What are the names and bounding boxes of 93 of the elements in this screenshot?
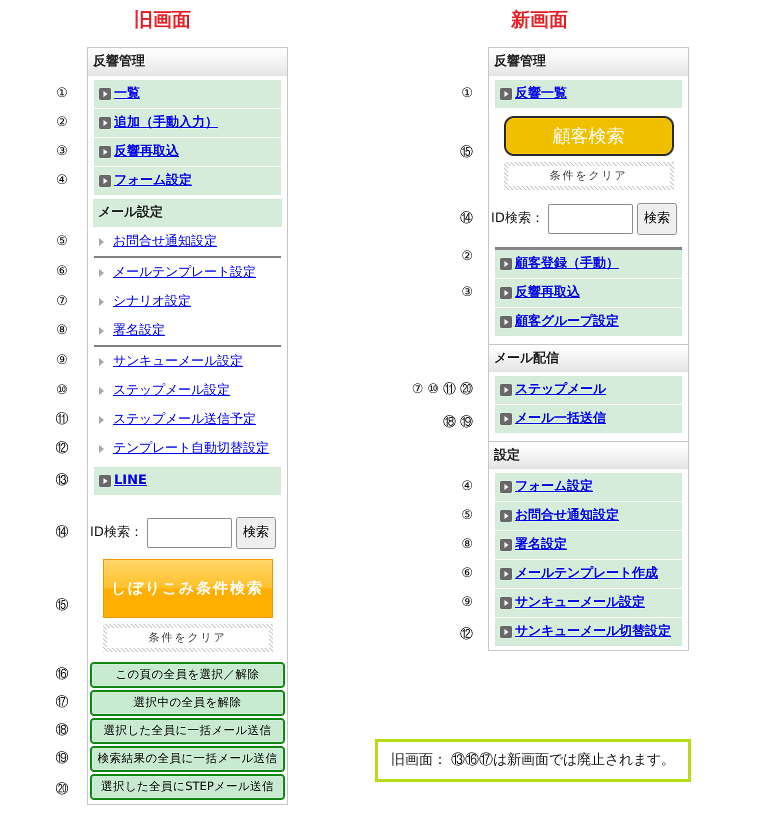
screen-title: 新画面 — [510, 8, 569, 33]
triangle-icon — [99, 444, 104, 452]
circled-number: ① — [461, 85, 473, 104]
menu-link[interactable]: LINE — [114, 471, 147, 491]
circled-number: ⑩ — [56, 382, 68, 400]
menu-link[interactable]: テンプレート自動切替設定 — [113, 438, 269, 458]
circled-number: ① — [56, 85, 68, 104]
circled-number: ⑥ — [56, 262, 68, 281]
id-input[interactable] — [146, 518, 232, 548]
circled-number: ⑪ — [56, 410, 68, 429]
circled-number: ⑮ — [460, 144, 473, 162]
play-icon — [500, 88, 512, 100]
circled-number: ⑱ — [56, 722, 68, 740]
play-icon — [99, 475, 111, 487]
menu-link[interactable]: 署名設定 — [515, 535, 567, 555]
play-icon — [500, 258, 512, 270]
circled-number: ⑳ — [460, 381, 473, 400]
play-icon — [500, 626, 512, 638]
note-box: 旧画面： ⑬⑯⑰は新画面では廃止されます。 — [375, 739, 691, 782]
play-icon — [500, 384, 512, 396]
play-icon — [500, 597, 512, 609]
circled-number: ⑨ — [56, 352, 68, 370]
play-icon — [99, 88, 111, 100]
circled-number: ⑮ — [56, 596, 68, 615]
circled-number: ⑰ — [56, 694, 68, 712]
circled-number: ④ — [461, 478, 473, 496]
triangle-icon — [99, 416, 104, 424]
menu-link[interactable]: メールテンプレート設定 — [113, 262, 256, 282]
play-icon — [500, 568, 512, 580]
circled-number: ⑱ — [443, 414, 456, 432]
triangle-icon — [99, 386, 104, 394]
circled-number: ⑫ — [460, 626, 473, 644]
action-button[interactable]: 選択した全員に一括メール送信 — [90, 718, 285, 744]
triangle-icon — [99, 298, 104, 306]
triangle-icon — [99, 238, 104, 246]
circled-number: ⑤ — [56, 232, 68, 251]
circled-number: ⑭ — [56, 524, 68, 542]
circled-number: ⑤ — [461, 507, 473, 526]
circled-number: ⑳ — [56, 780, 68, 799]
circled-number: ⑧ — [461, 536, 473, 554]
id-search-label: ID検索： — [491, 210, 544, 228]
action-button[interactable]: 選択中の全員を解除 — [90, 690, 285, 716]
circled-number: ② — [56, 114, 68, 132]
circled-number: ⑫ — [56, 440, 68, 458]
play-icon — [99, 175, 111, 187]
circled-number: ⑲ — [56, 750, 68, 768]
menu-link[interactable]: お問合せ通知設定 — [113, 232, 217, 252]
circled-number: ⑥ — [461, 565, 473, 584]
play-icon — [99, 146, 111, 158]
play-icon — [500, 413, 512, 425]
circled-number: ⑬ — [56, 472, 68, 490]
search-button[interactable]: 検索 — [636, 203, 677, 235]
menu-link[interactable]: ステップメール送信予定 — [113, 410, 256, 430]
menu-link[interactable]: 一覧 — [114, 84, 140, 104]
circled-number: ⑦ — [56, 292, 68, 311]
triangle-icon — [99, 326, 104, 334]
circled-number: ⑪ — [443, 381, 456, 400]
screen-title: 旧画面 — [133, 8, 192, 33]
circled-number: ② — [461, 248, 473, 266]
clear-button[interactable]: 条件をクリア — [102, 624, 272, 652]
circled-number: ⑧ — [56, 322, 68, 340]
action-button[interactable]: この頁の全員を選択／解除 — [90, 662, 285, 688]
search-button[interactable]: 検索 — [236, 517, 276, 549]
clear-button[interactable]: 条件をクリア — [504, 162, 674, 190]
menu-link[interactable]: シナリオ設定 — [113, 292, 191, 312]
circled-number: ⑯ — [56, 666, 68, 684]
menu-link[interactable]: サンキューメール設定 — [113, 352, 243, 372]
circled-number: ⑭ — [460, 210, 473, 228]
play-icon — [99, 117, 111, 129]
menu-link[interactable]: ステップメール設定 — [113, 380, 230, 400]
triangle-icon — [99, 358, 104, 366]
circled-number: ⑲ — [460, 414, 473, 432]
circled-number: ③ — [461, 284, 473, 302]
circled-number: ③ — [56, 143, 68, 162]
play-icon — [500, 510, 512, 522]
id-search-label: ID検索： — [90, 524, 143, 542]
circled-number: ④ — [56, 172, 68, 190]
play-icon — [500, 481, 512, 493]
menu-link[interactable]: 署名設定 — [113, 320, 165, 340]
section-header: 設定 — [489, 441, 688, 469]
play-icon — [500, 316, 512, 328]
circled-number: ⑩ — [427, 381, 439, 400]
action-button[interactable]: 選択した全員にSTEPメール送信 — [90, 774, 285, 800]
play-icon — [500, 287, 512, 299]
circled-number: ⑨ — [461, 594, 473, 612]
section-label: メール設定 — [93, 199, 282, 227]
action-button[interactable]: 検索結果の全員に一括メール送信 — [90, 746, 285, 772]
section-header: メール配信 — [489, 344, 688, 372]
id-input[interactable] — [548, 204, 633, 234]
triangle-icon — [99, 268, 104, 276]
play-icon — [500, 539, 512, 551]
menu-link[interactable]: 反響一覧 — [515, 84, 567, 104]
circled-number: ⑦ — [412, 381, 424, 400]
